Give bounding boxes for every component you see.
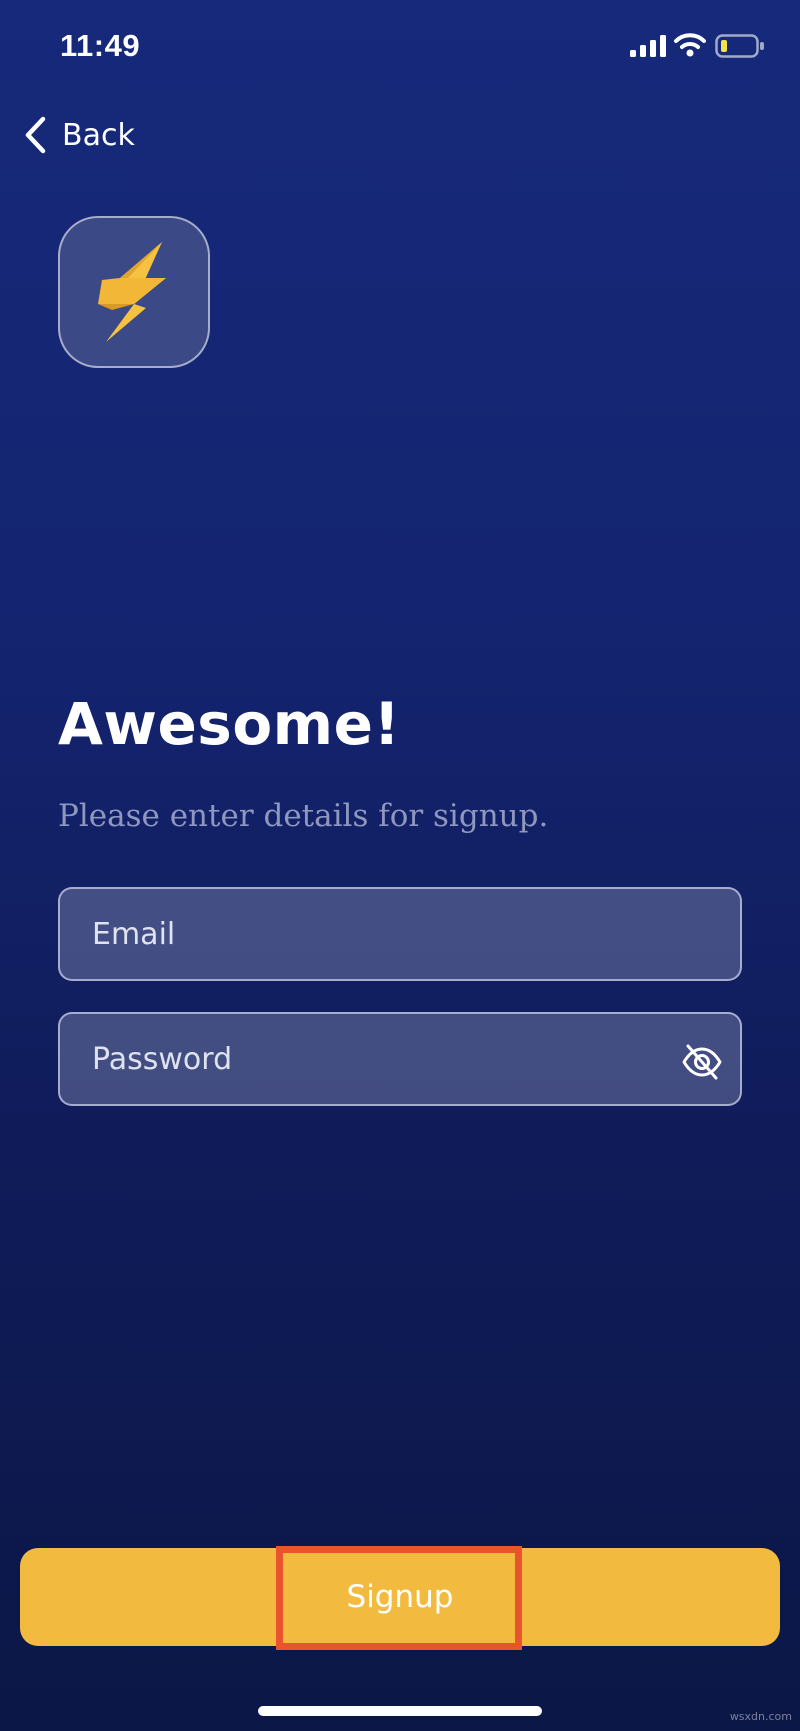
- status-bar: 11:49: [0, 0, 800, 95]
- battery-icon: [715, 34, 764, 58]
- signal-icon: [630, 35, 666, 57]
- lightning-bolt-icon: [98, 242, 166, 342]
- status-time: 11:49: [60, 28, 141, 63]
- email-field[interactable]: [60, 889, 740, 979]
- back-label: Back: [62, 117, 135, 153]
- signup-button[interactable]: Signup: [20, 1548, 780, 1646]
- chevron-left-icon: [25, 116, 46, 154]
- home-indicator: [258, 1706, 542, 1716]
- page-subtitle: Please enter details for signup.: [58, 798, 549, 834]
- app-logo: [58, 216, 210, 368]
- eye-off-icon[interactable]: [680, 1040, 724, 1084]
- wifi-icon: [674, 33, 706, 57]
- password-field[interactable]: [60, 1014, 740, 1104]
- signup-button-label: Signup: [346, 1579, 454, 1615]
- password-field-container: [58, 1012, 742, 1106]
- watermark: wsxdn.com: [729, 1710, 792, 1723]
- email-field-container: [58, 887, 742, 981]
- back-button[interactable]: Back: [22, 112, 135, 158]
- page-title: Awesome!: [58, 690, 401, 758]
